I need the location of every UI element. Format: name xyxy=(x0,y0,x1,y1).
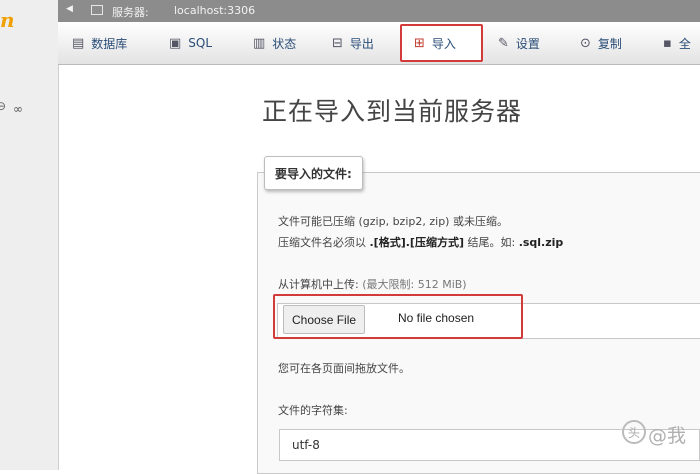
export-icon: ⊟ xyxy=(332,35,343,51)
highlight-frame xyxy=(273,294,523,339)
format-pattern: .[格式].[压缩方式] xyxy=(369,236,464,249)
tab-export[interactable]: ⊟ 导出 xyxy=(332,24,374,62)
tab-label: 设置 xyxy=(515,36,540,51)
drag-drop-hint: 您可在各页面间拖放文件。 xyxy=(278,362,410,375)
format-note-suffix: 结尾。如: xyxy=(467,236,516,249)
compression-format-note: 压缩文件名必须以 .[格式].[压缩方式] 结尾。如: .sql.zip xyxy=(278,234,563,250)
charset-label: 文件的字符集: xyxy=(278,404,348,417)
tab-more[interactable]: ▪ 全 xyxy=(663,24,691,62)
import-icon: ⊞ xyxy=(414,35,425,51)
tab-import[interactable]: ⊞ 导入 xyxy=(400,24,483,62)
server-breadcrumb: ◀ 服务器: localhost:3306 xyxy=(58,0,700,22)
link-icon[interactable]: ∞ xyxy=(13,102,23,116)
tab-replication[interactable]: ⊙ 复制 xyxy=(580,24,622,62)
back-arrow-icon[interactable]: ◀ xyxy=(66,4,73,14)
format-note-prefix: 压缩文件名必须以 xyxy=(278,236,366,249)
watermark-logo-icon: 头 xyxy=(622,420,646,444)
database-icon: ▤ xyxy=(72,35,85,51)
tab-databases[interactable]: ▤ 数据库 xyxy=(72,24,127,62)
tab-label: 导出 xyxy=(349,36,374,51)
more-icon: ▪ xyxy=(663,35,672,51)
tab-label: 复制 xyxy=(597,36,622,51)
tab-bar: ▤ 数据库 ▣ SQL ▥ 状态 ⊟ 导出 ⊞ 导入 ✎ 设置 ⊙ 复制 ▪ 全 xyxy=(58,22,700,65)
server-icon xyxy=(91,5,103,15)
tab-label: 全 xyxy=(678,36,691,51)
collapse-icon[interactable]: ⊖ xyxy=(0,99,6,113)
tab-sql[interactable]: ▣ SQL xyxy=(169,24,212,62)
upload-limit: (最大限制: 512 MiB) xyxy=(362,278,467,291)
format-example: .sql.zip xyxy=(518,236,564,249)
settings-icon: ✎ xyxy=(498,35,509,51)
compression-note: 文件可能已压缩 (gzip, bzip2, zip) 或未压缩。 xyxy=(278,215,508,228)
tab-label: 数据库 xyxy=(91,36,128,51)
upload-label-row: 从计算机中上传: (最大限制: 512 MiB) xyxy=(278,276,467,292)
tab-settings[interactable]: ✎ 设置 xyxy=(498,24,540,62)
page-title: 正在导入到当前服务器 xyxy=(262,97,523,126)
sql-icon: ▣ xyxy=(169,35,182,51)
upload-label: 从计算机中上传: xyxy=(278,278,359,291)
tab-label: SQL xyxy=(188,36,213,50)
fieldset-legend: 要导入的文件: xyxy=(264,156,363,190)
watermark-text: @我 xyxy=(648,425,687,447)
status-icon: ▥ xyxy=(253,35,266,51)
server-label: 服务器: xyxy=(112,6,149,19)
phpmyadmin-logo[interactable]: n xyxy=(0,8,15,32)
navigation-panel: n ⊖ ∞ xyxy=(0,0,59,470)
server-host-link[interactable]: localhost:3306 xyxy=(174,4,255,17)
replication-icon: ⊙ xyxy=(580,35,591,51)
tab-label: 状态 xyxy=(272,36,297,51)
tab-status[interactable]: ▥ 状态 xyxy=(253,24,296,62)
tab-label: 导入 xyxy=(431,36,456,51)
